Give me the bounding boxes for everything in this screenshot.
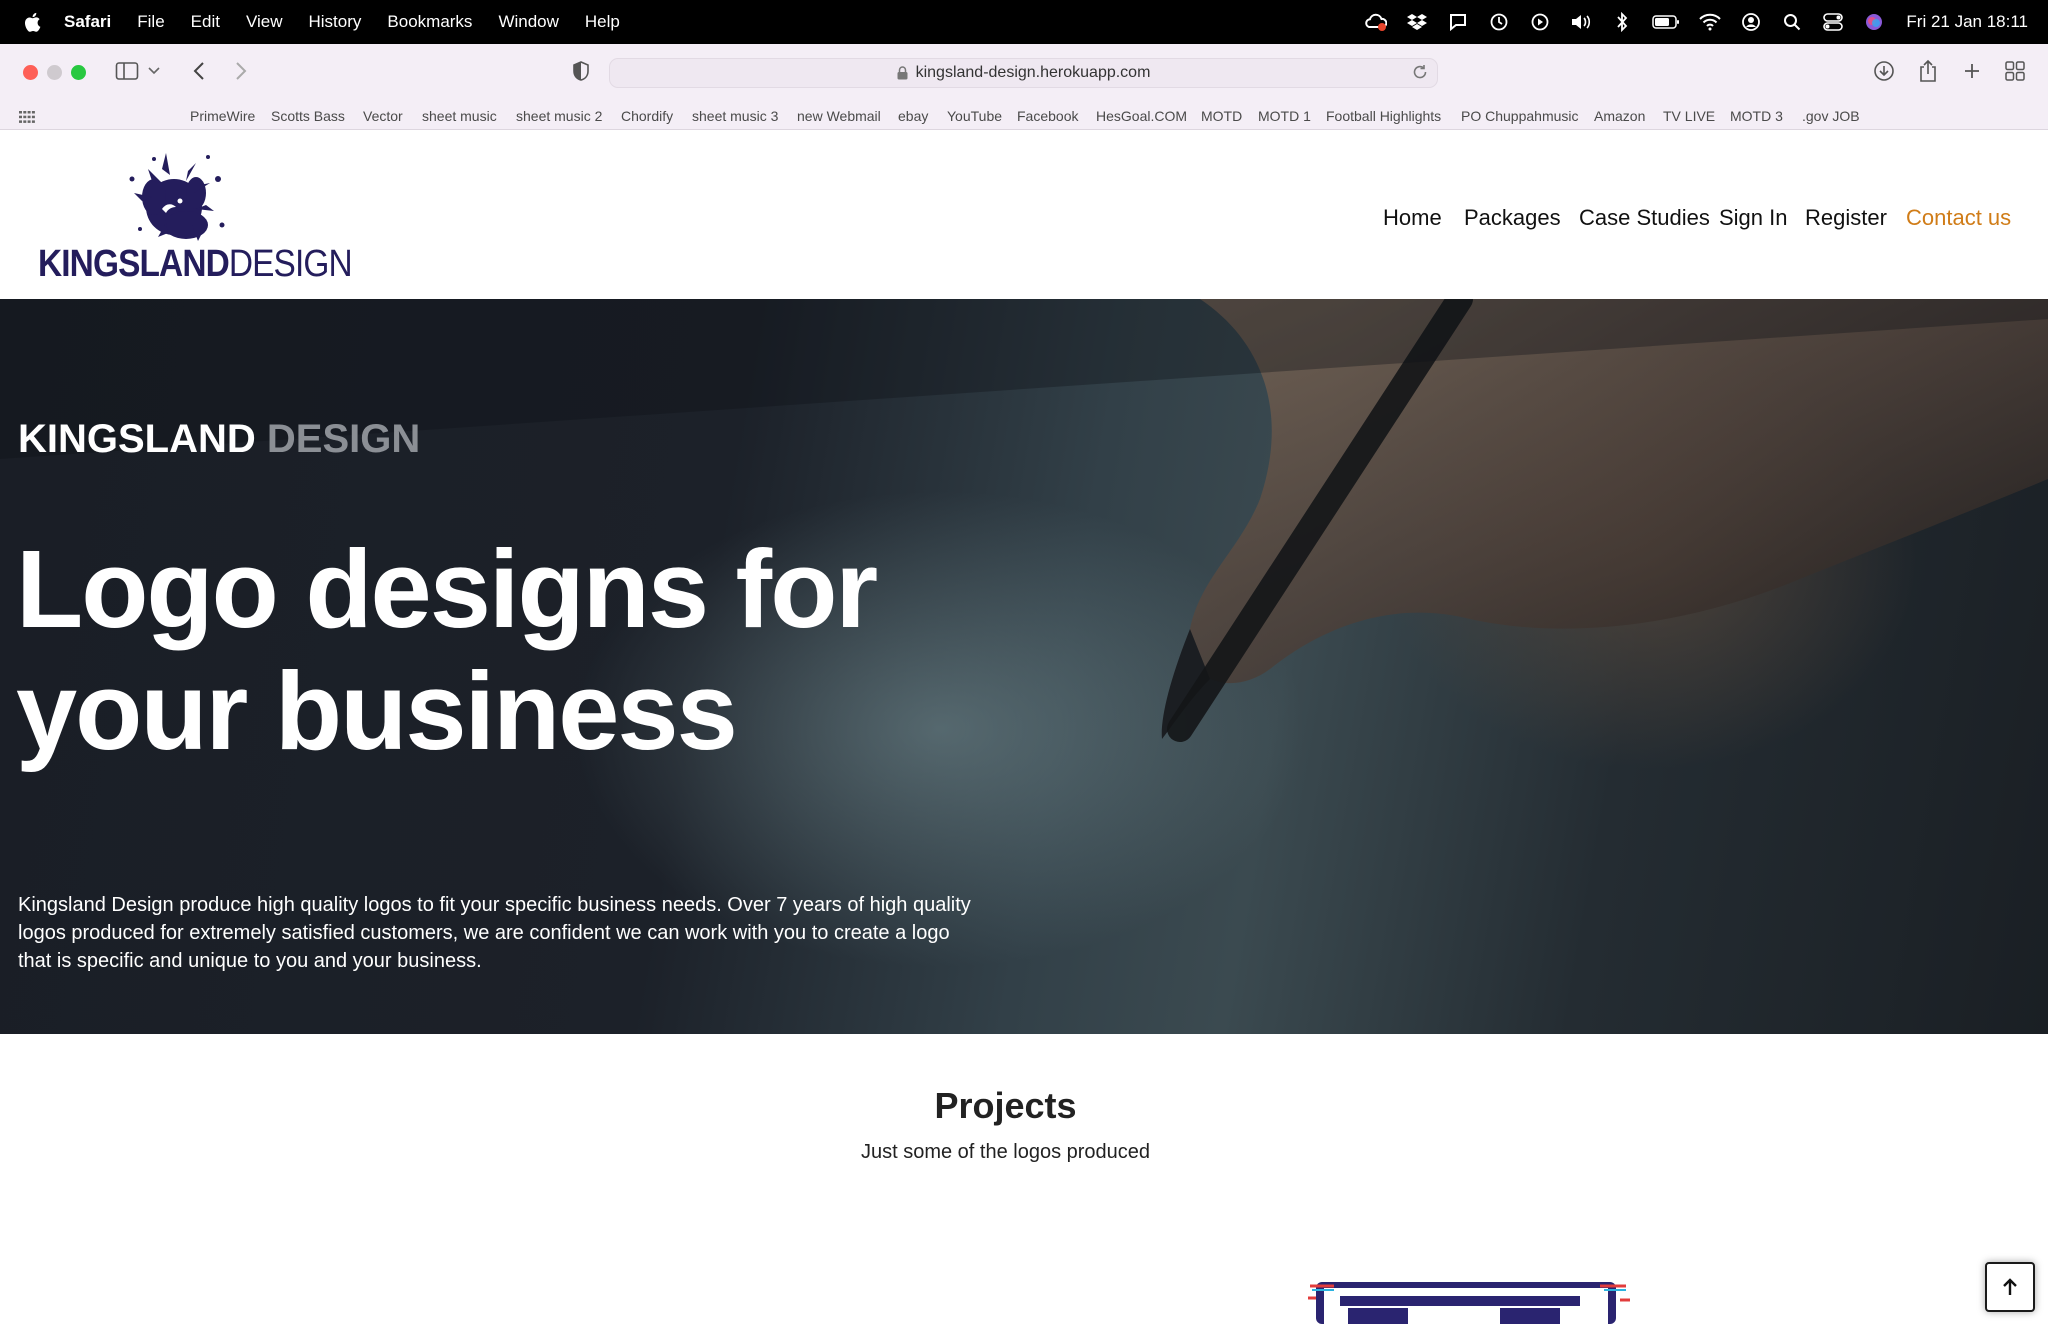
- bookmark-item[interactable]: HesGoal.COM: [1096, 108, 1187, 124]
- projects-subtitle: Just some of the logos produced: [860, 1141, 1151, 1163]
- back-button[interactable]: [184, 56, 214, 86]
- back-to-top-button[interactable]: [1985, 1262, 2035, 1312]
- hero-headline-line2: your business: [16, 650, 738, 773]
- hero-intro-text: Kingsland Design produce high quality lo…: [18, 894, 971, 972]
- menu-view[interactable]: View: [246, 12, 283, 32]
- hero-eyebrow: KINGSLAND DESIGN: [18, 417, 420, 462]
- hero-eyebrow-main: KINGSLAND: [18, 417, 256, 461]
- downloads-icon[interactable]: [1869, 56, 1899, 86]
- arrow-up-icon: [2003, 1278, 2017, 1295]
- projects-title: Projects: [934, 1085, 1077, 1126]
- nav-packages[interactable]: Packages: [1464, 205, 1561, 231]
- status-area: Fri 21 Jan 18:11: [1365, 0, 2048, 44]
- chevron-down-icon[interactable]: [144, 56, 164, 86]
- macos-menu-bar: Safari File Edit View History Bookmarks …: [0, 0, 2048, 44]
- bookmark-item[interactable]: YouTube: [947, 108, 1002, 124]
- creative-cloud-icon[interactable]: [1365, 11, 1388, 33]
- nav-contact-us[interactable]: Contact us: [1906, 205, 2011, 231]
- project-logo-thumbnail[interactable]: [1300, 1274, 1640, 1324]
- close-window-button[interactable]: [23, 65, 38, 80]
- sidebar-toggle-icon[interactable]: [112, 56, 142, 86]
- siri-icon[interactable]: [1863, 11, 1885, 33]
- bookmarks-bar: PrimeWire Scotts Bass Vector sheet music…: [0, 104, 2048, 130]
- projects-section: Projects Just some of the logos produced: [0, 1034, 2048, 1324]
- logo-word-kingsland: KINGSLAND: [38, 243, 230, 285]
- bookmark-item[interactable]: PO Chuppahmusic: [1461, 108, 1579, 124]
- bluetooth-icon[interactable]: [1611, 11, 1633, 33]
- bookmark-item[interactable]: Vector: [363, 108, 403, 124]
- hero-headline: Logo designs for your business: [16, 529, 976, 773]
- hero-section: KINGSLAND DESIGN Logo designs for your bu…: [0, 299, 2048, 1034]
- bookmark-item[interactable]: Football Highlights: [1326, 108, 1441, 124]
- now-playing-icon[interactable]: [1529, 11, 1551, 33]
- browser-toolbar: kingsland-design.herokuapp.com: [0, 44, 2048, 104]
- hero-headline-line1: Logo designs for: [16, 528, 878, 651]
- favorites-grid-icon[interactable]: [19, 110, 35, 126]
- nav-register[interactable]: Register: [1805, 205, 1887, 231]
- control-center-icon[interactable]: [1822, 11, 1844, 33]
- bookmark-item[interactable]: ebay: [898, 108, 928, 124]
- menu-safari[interactable]: Safari: [64, 12, 111, 32]
- bookmark-item[interactable]: Scotts Bass: [271, 108, 345, 124]
- new-tab-icon[interactable]: [1957, 56, 1987, 86]
- url-text: kingsland-design.herokuapp.com: [915, 64, 1151, 81]
- menu-help[interactable]: Help: [585, 12, 620, 32]
- nav-case-studies[interactable]: Case Studies: [1579, 205, 1710, 231]
- tab-overview-icon[interactable]: [2000, 56, 2030, 86]
- address-bar[interactable]: kingsland-design.herokuapp.com: [609, 58, 1438, 88]
- bookmark-item[interactable]: Amazon: [1594, 108, 1645, 124]
- bookmark-item[interactable]: MOTD: [1201, 108, 1242, 124]
- nav-home[interactable]: Home: [1383, 205, 1442, 231]
- reload-icon[interactable]: [1411, 63, 1429, 86]
- lock-icon: [897, 66, 908, 80]
- minimize-window-button[interactable]: [47, 65, 62, 80]
- bookmark-item[interactable]: new Webmail: [797, 108, 881, 124]
- hero-eyebrow-muted: DESIGN: [266, 417, 421, 461]
- privacy-report-icon[interactable]: [566, 56, 596, 86]
- forward-button[interactable]: [226, 56, 256, 86]
- wifi-icon[interactable]: [1699, 11, 1722, 33]
- messages-icon[interactable]: [1447, 11, 1469, 33]
- site-logo[interactable]: KINGSLANDDESIGN: [36, 149, 353, 285]
- volume-icon[interactable]: [1570, 11, 1592, 33]
- menu-history[interactable]: History: [309, 12, 362, 32]
- dropbox-icon[interactable]: [1406, 11, 1428, 33]
- bookmark-item[interactable]: TV LIVE: [1663, 108, 1715, 124]
- menu-bar-clock[interactable]: Fri 21 Jan 18:11: [1906, 12, 2028, 32]
- bookmark-item[interactable]: PrimeWire: [190, 108, 255, 124]
- spotlight-search-icon[interactable]: [1781, 11, 1803, 33]
- bookmark-item[interactable]: sheet music 3: [692, 108, 778, 124]
- nav-sign-in[interactable]: Sign In: [1719, 205, 1788, 231]
- menu-file[interactable]: File: [137, 12, 164, 32]
- zoom-window-button[interactable]: [71, 65, 86, 80]
- time-machine-icon[interactable]: [1488, 11, 1510, 33]
- logo-word-design: DESIGN: [228, 243, 353, 285]
- apple-menu-icon[interactable]: [22, 10, 42, 34]
- user-account-icon[interactable]: [1740, 11, 1762, 33]
- menu-bookmarks[interactable]: Bookmarks: [387, 12, 472, 32]
- menu-edit[interactable]: Edit: [191, 12, 220, 32]
- site-header: KINGSLANDDESIGN Home Packages Case Studi…: [0, 131, 2048, 299]
- battery-icon[interactable]: [1652, 11, 1680, 33]
- bookmark-item[interactable]: sheet music: [422, 108, 497, 124]
- bookmark-item[interactable]: Facebook: [1017, 108, 1078, 124]
- menu-window[interactable]: Window: [498, 12, 558, 32]
- bookmark-item[interactable]: MOTD 3: [1730, 108, 1783, 124]
- logo-wordmark: KINGSLANDDESIGN: [38, 243, 353, 286]
- bookmark-item[interactable]: MOTD 1: [1258, 108, 1311, 124]
- share-icon[interactable]: [1913, 56, 1943, 86]
- bookmark-item[interactable]: Chordify: [621, 108, 673, 124]
- bookmark-item[interactable]: sheet music 2: [516, 108, 602, 124]
- bookmark-item[interactable]: .gov JOB: [1802, 108, 1860, 124]
